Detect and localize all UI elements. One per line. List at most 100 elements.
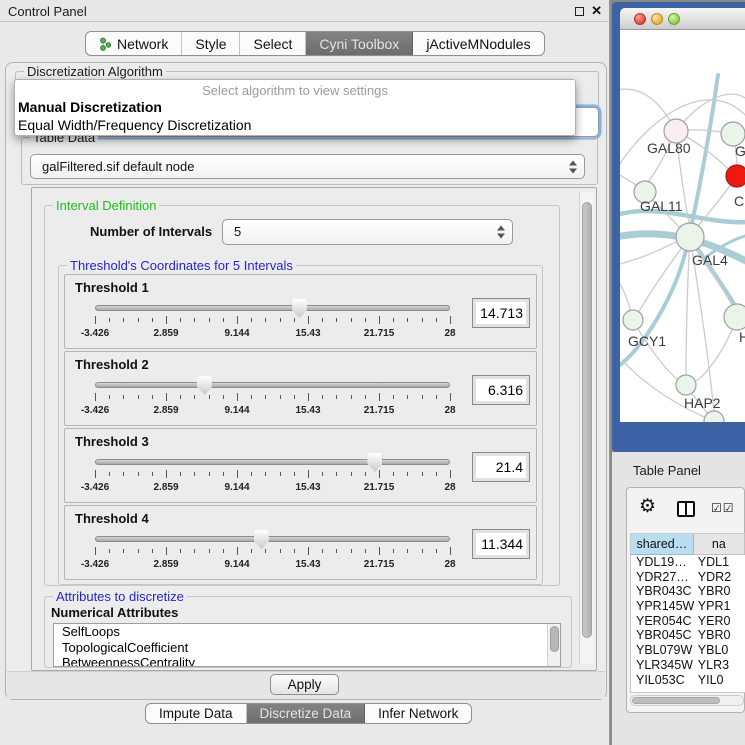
network-node-gcy1[interactable] xyxy=(623,310,643,330)
tab-discretize-data[interactable]: Discretize Data xyxy=(247,704,366,723)
attribute-item-betweennesscentrality[interactable]: BetweennessCentrality xyxy=(54,655,560,667)
network-canvas[interactable]: GAL80GCGAL11GAL4GCY1HHAP2 xyxy=(620,30,745,422)
table-row[interactable]: YER054CYER0 xyxy=(631,614,745,629)
close-traffic-light-icon[interactable] xyxy=(634,13,646,25)
column-header-shared-[interactable]: shared… xyxy=(631,534,694,555)
scrollbar-thumb[interactable] xyxy=(632,697,720,704)
threshold-slider[interactable]: -3.4262.8599.14415.4321.71528 xyxy=(95,453,450,499)
network-graph: GAL80GCGAL11GAL4GCY1HHAP2 xyxy=(620,30,745,422)
slider-track[interactable] xyxy=(95,382,450,388)
slider-ticks xyxy=(95,393,450,403)
table-row[interactable]: YBR043CYBR0 xyxy=(631,584,745,599)
threshold-slider[interactable]: -3.4262.8599.14415.4321.71528 xyxy=(95,299,450,345)
apply-bar: Apply xyxy=(7,671,605,699)
tab-label: Discretize Data xyxy=(260,706,352,721)
scrollbar-thumb[interactable] xyxy=(582,202,592,638)
table-row[interactable]: YLR345WYLR3 xyxy=(631,658,745,673)
threshold-value-field[interactable]: 6.316 xyxy=(472,375,530,405)
network-window-titlebar xyxy=(620,8,745,30)
attributes-group: Attributes to discretize Numerical Attri… xyxy=(44,596,572,668)
attribute-item-topologicalcoefficient[interactable]: TopologicalCoefficient xyxy=(54,640,560,656)
table-cell: YPR1 xyxy=(694,599,745,614)
control-panel-title: Control Panel xyxy=(8,4,87,19)
tab-jactivemnodules[interactable]: jActiveMNodules xyxy=(413,32,543,55)
tab-label: Infer Network xyxy=(378,706,458,721)
float-window-icon[interactable] xyxy=(575,7,584,16)
tab-select[interactable]: Select xyxy=(240,32,306,55)
node-table[interactable]: shared…na YDL19…YDL1YDR27…YDR2YBR043CYBR… xyxy=(630,533,745,693)
interval-definition-group: Interval Definition Number of Intervals … xyxy=(44,205,560,586)
zoom-traffic-light-icon[interactable] xyxy=(668,13,680,25)
slider-ticks xyxy=(95,316,450,326)
table-row[interactable]: YIL053CYIL0 xyxy=(631,673,745,688)
tab-cyni-toolbox[interactable]: Cyni Toolbox xyxy=(306,32,413,55)
threshold-value-field[interactable]: 21.4 xyxy=(472,452,530,482)
tab-label: Select xyxy=(253,36,292,52)
popup-item-manual-discretization[interactable]: Manual Discretization xyxy=(18,99,162,115)
table-cell: YBL079W xyxy=(631,643,694,658)
minimize-traffic-light-icon[interactable] xyxy=(651,13,663,25)
tab-impute-data[interactable]: Impute Data xyxy=(146,704,247,723)
table-cell: YER054C xyxy=(631,614,694,629)
network-node-c[interactable] xyxy=(726,165,745,187)
column-header-na[interactable]: na xyxy=(694,534,745,555)
table-toolbar: ⚙ ☑☑ xyxy=(627,488,744,530)
tab-network[interactable]: Network xyxy=(86,32,182,55)
slider-track[interactable] xyxy=(95,305,450,311)
thresholds-group-title: Threshold's Coordinates for 5 Intervals xyxy=(67,258,296,273)
table-cell: YBR0 xyxy=(694,584,745,599)
table-row[interactable]: YBR045CYBR0 xyxy=(631,628,745,643)
table-row[interactable]: YPR145WYPR1 xyxy=(631,599,745,614)
table-row[interactable]: YDR27…YDR2 xyxy=(631,570,745,585)
node-label: GCY1 xyxy=(628,333,666,349)
numerical-attributes-list[interactable]: SelfLoopsTopologicalCoefficientBetweenne… xyxy=(53,623,561,667)
attributes-scrollbar[interactable] xyxy=(547,624,560,666)
close-icon[interactable]: ✕ xyxy=(591,3,602,19)
table-row[interactable]: YDL19…YDL1 xyxy=(631,555,745,570)
slider-track[interactable] xyxy=(95,459,450,465)
popup-item-equal-width-frequency-discretization[interactable]: Equal Width/Frequency Discretization xyxy=(18,117,251,133)
table-cell: YPR145W xyxy=(631,599,694,614)
tab-style[interactable]: Style xyxy=(182,32,240,55)
threshold-label: Threshold 3 xyxy=(75,434,149,449)
slider-track[interactable] xyxy=(95,536,450,542)
slider-tick-labels: -3.4262.8599.14415.4321.71528 xyxy=(95,482,450,494)
network-icon xyxy=(99,37,112,51)
node-label: GAL11 xyxy=(640,198,683,214)
split-view-icon[interactable] xyxy=(677,501,695,517)
slider-ticks xyxy=(95,470,450,480)
node-label: G xyxy=(735,143,745,159)
table-cell: YBR045C xyxy=(631,628,694,643)
table-cell: YDL1 xyxy=(694,555,745,570)
number-of-intervals-combobox[interactable]: 5 xyxy=(222,219,513,245)
table-cell: YLR3 xyxy=(694,658,745,673)
select-columns-icons[interactable]: ☑☑ xyxy=(711,501,735,515)
slider-ticks xyxy=(95,547,450,557)
thresholds-group: Threshold's Coordinates for 5 Intervals … xyxy=(58,265,543,585)
table-data-combobox[interactable]: galFiltered.sif default node xyxy=(30,154,585,179)
attributes-group-title: Attributes to discretize xyxy=(53,589,187,604)
tab-infer-network[interactable]: Infer Network xyxy=(365,704,471,723)
discretization-algorithm-group-title: Discretization Algorithm xyxy=(24,64,166,79)
threshold-slider[interactable]: -3.4262.8599.14415.4321.71528 xyxy=(95,530,450,576)
network-node-gal4[interactable] xyxy=(676,223,704,251)
scrollbar-thumb[interactable] xyxy=(550,626,559,652)
control-panel-titlebar: Control Panel ✕ xyxy=(0,0,609,22)
threshold-value-field[interactable]: 11.344 xyxy=(472,529,530,559)
algorithm-popup-hint: Select algorithm to view settings xyxy=(15,83,575,98)
network-node-hap2[interactable] xyxy=(676,375,696,395)
threshold-value-field[interactable]: 14.713 xyxy=(472,298,530,328)
control-panel-window: Control Panel ✕ NetworkStyle Select Cyni T… xyxy=(0,0,610,745)
node-label: GAL4 xyxy=(692,252,728,268)
table-row[interactable]: YBL079WYBL0 xyxy=(631,643,745,658)
network-node-h[interactable] xyxy=(724,304,745,330)
table-cell: YIL0 xyxy=(694,673,745,688)
apply-button[interactable]: Apply xyxy=(270,674,339,695)
threshold-slider[interactable]: -3.4262.8599.14415.4321.71528 xyxy=(95,376,450,422)
table-horizontal-scrollbar[interactable] xyxy=(630,695,744,706)
settings-vertical-scrollbar[interactable] xyxy=(579,192,594,664)
attribute-item-selfloops[interactable]: SelfLoops xyxy=(54,624,560,640)
threshold-label: Threshold 1 xyxy=(75,280,149,295)
gear-icon[interactable]: ⚙ xyxy=(639,496,656,518)
cyni-toolbox-content: Discretization Algorithm Table Data galF… xyxy=(5,62,607,700)
